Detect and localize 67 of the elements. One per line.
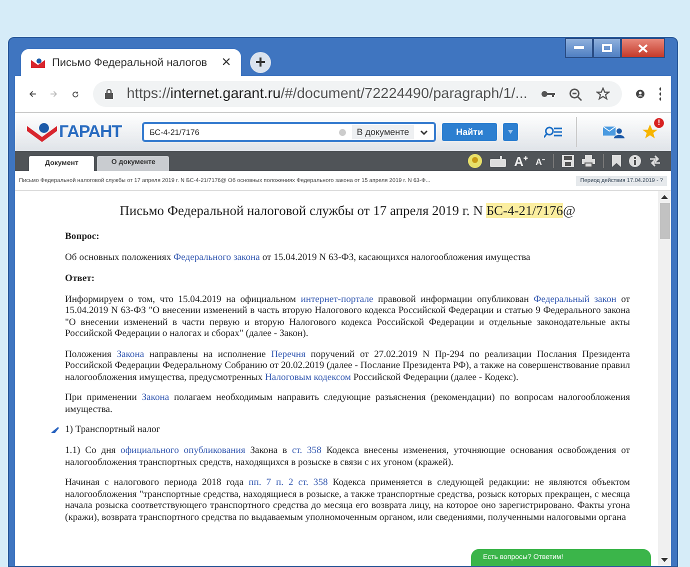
- garant-logo[interactable]: ГАРАНТ: [27, 122, 122, 142]
- paragraph: При применении Закона полагаем необходимым направить следующие разъяснения (рекомендации) по вопросам налогообложения имущества.: [65, 392, 630, 415]
- print-icon[interactable]: [582, 155, 595, 167]
- find-button[interactable]: Найти: [442, 123, 498, 141]
- paragraph: Об основных положениях Федерального закона от 15.04.2019 N 63-ФЗ, касающихся налогообложения имущества: [65, 252, 532, 264]
- text-link[interactable]: ст. 358: [292, 445, 322, 456]
- list-item-text: 1) Транспортный налог: [65, 424, 160, 435]
- bookmark-icon[interactable]: [612, 155, 621, 167]
- text-link[interactable]: интернет-портале: [300, 294, 374, 304]
- font-smaller-button[interactable]: A⁻: [536, 154, 545, 168]
- document-title: Письмо Федеральной налоговой службы от 17 апреля 2019 г. N БС-4-21/7176@: [118, 203, 576, 219]
- paragraph: Начиная с налогового периода 2018 года пп. 7 п. 2 ст. 358 Кодекса применяется в следующей редакции: не являются объектом налогообложения "транспортные средства, находящиеся в розыске, а также транспортные средства, розыск которых прекращен, с месяца начала розыска соответствующего транспортного средства до месяца его возврата лицу, на которое оно зарегистрировано. Факты угона (кражи), возврата транспортного средства по выдаваемым уполномоченным органом, или сведениями, полученными налоговыми органа: [65, 477, 630, 523]
- scrollbar-thumb[interactable]: [660, 203, 670, 239]
- paragraph: Информируем о том, что 15.04.2019 на официальном интернет-портале правовой информации опубликован Федеральный закон от 15.04.2019 N 63-ФЗ "О внесении изменений в часть вторую Налогового кодекса Российской Федерации и статью 9 Федерального закона "О внесении изменений в части первую и вторую Налогового кодекса Российской Федерации и отдельные законодательные акты Российской Федерации о налогах и сборах" (далее - Закон).: [65, 294, 630, 340]
- text-link[interactable]: Федеральный закон: [534, 294, 616, 304]
- browser-tab[interactable]: Письмо Федеральной налогов ×: [21, 49, 241, 76]
- text-link[interactable]: пп. 7 п. 2 ст. 358: [248, 477, 328, 488]
- minimize-button[interactable]: [565, 38, 593, 58]
- text-link[interactable]: Перечня: [271, 348, 306, 360]
- close-button[interactable]: [621, 38, 665, 58]
- new-tab-button[interactable]: +: [250, 52, 271, 73]
- favorites-star-icon[interactable]: [641, 123, 660, 141]
- section-heading: Вопрос:: [65, 231, 100, 242]
- search-list-icon[interactable]: [544, 125, 562, 139]
- close-icon: [638, 44, 648, 52]
- swap-arrows-icon[interactable]: [649, 155, 661, 167]
- notification-badge: !: [654, 118, 664, 128]
- dropdown-button[interactable]: [503, 123, 518, 141]
- logo-text: ГАРАНТ: [59, 122, 122, 142]
- back-icon[interactable]: [29, 88, 36, 100]
- tab-title: Письмо Федеральной налогов: [52, 56, 208, 68]
- menu-icon[interactable]: [658, 87, 661, 101]
- scope-dropdown[interactable]: В документе: [352, 125, 414, 139]
- scroll-down-icon[interactable]: [661, 558, 668, 562]
- url-text: https://internet.garant.ru/#/document/72224490/paragraph/1/...: [126, 86, 528, 102]
- minimize-icon: [574, 46, 584, 50]
- text-link[interactable]: официального опубликования: [120, 445, 246, 456]
- scroll-up-icon[interactable]: [661, 195, 668, 199]
- keyboard-icon[interactable]: [490, 156, 506, 166]
- text-link[interactable]: Закона: [116, 348, 144, 360]
- text-link[interactable]: Налоговым кодексом: [265, 372, 351, 382]
- caret-icon: [508, 130, 514, 134]
- paragraph: Положения Закона направлены на исполнение Перечня поручений от 27.02.2019 N Пр-294 по реализации Послания Президента Российской Федерации Федеральному Собранию от 20.02.2019 (далее - Послание Президента РФ), а также на совершенствование правил налогообложения имущества, предусмотренных Налоговым кодексом Российской Федерации (далее - Кодекс).: [65, 348, 630, 383]
- maximize-button[interactable]: [593, 38, 621, 58]
- pencil-icon[interactable]: [51, 426, 59, 432]
- section-heading: Ответ:: [65, 272, 96, 284]
- key-icon[interactable]: [541, 90, 556, 98]
- search-value: БС-4-21/7176: [150, 128, 200, 136]
- zoom-icon[interactable]: [569, 88, 582, 100]
- scrollbar[interactable]: [658, 191, 671, 566]
- close-tab-button[interactable]: ×: [222, 54, 231, 72]
- logo-icon: [27, 122, 57, 142]
- mail-user-icon[interactable]: [603, 125, 626, 139]
- lightbulb-icon[interactable]: [468, 154, 482, 168]
- text-link[interactable]: Федерального закона: [174, 252, 260, 263]
- text-link[interactable]: Закона: [142, 392, 170, 403]
- maximize-icon: [602, 44, 612, 52]
- star-icon[interactable]: [596, 87, 610, 101]
- info-icon[interactable]: [629, 155, 641, 167]
- chevron-icon: [420, 130, 428, 134]
- font-larger-button[interactable]: A⁺: [514, 152, 528, 170]
- search-field[interactable]: БС-4-21/7176 В документе: [142, 122, 436, 142]
- address-bar[interactable]: https://internet.garant.ru/#/document/72224490/paragraph/1/...: [92, 81, 622, 107]
- save-icon[interactable]: [562, 155, 574, 167]
- logo-icon: [31, 58, 45, 68]
- lock-icon: [104, 89, 113, 99]
- paragraph: 1.1) Со дня официального опубликования Закона в ст. 358 Кодекса внесены изменения, уточняющие основания освобождения от налогообложения транспортных средств, находящихся в розыске в связи с их угоном (кражей).: [65, 445, 630, 468]
